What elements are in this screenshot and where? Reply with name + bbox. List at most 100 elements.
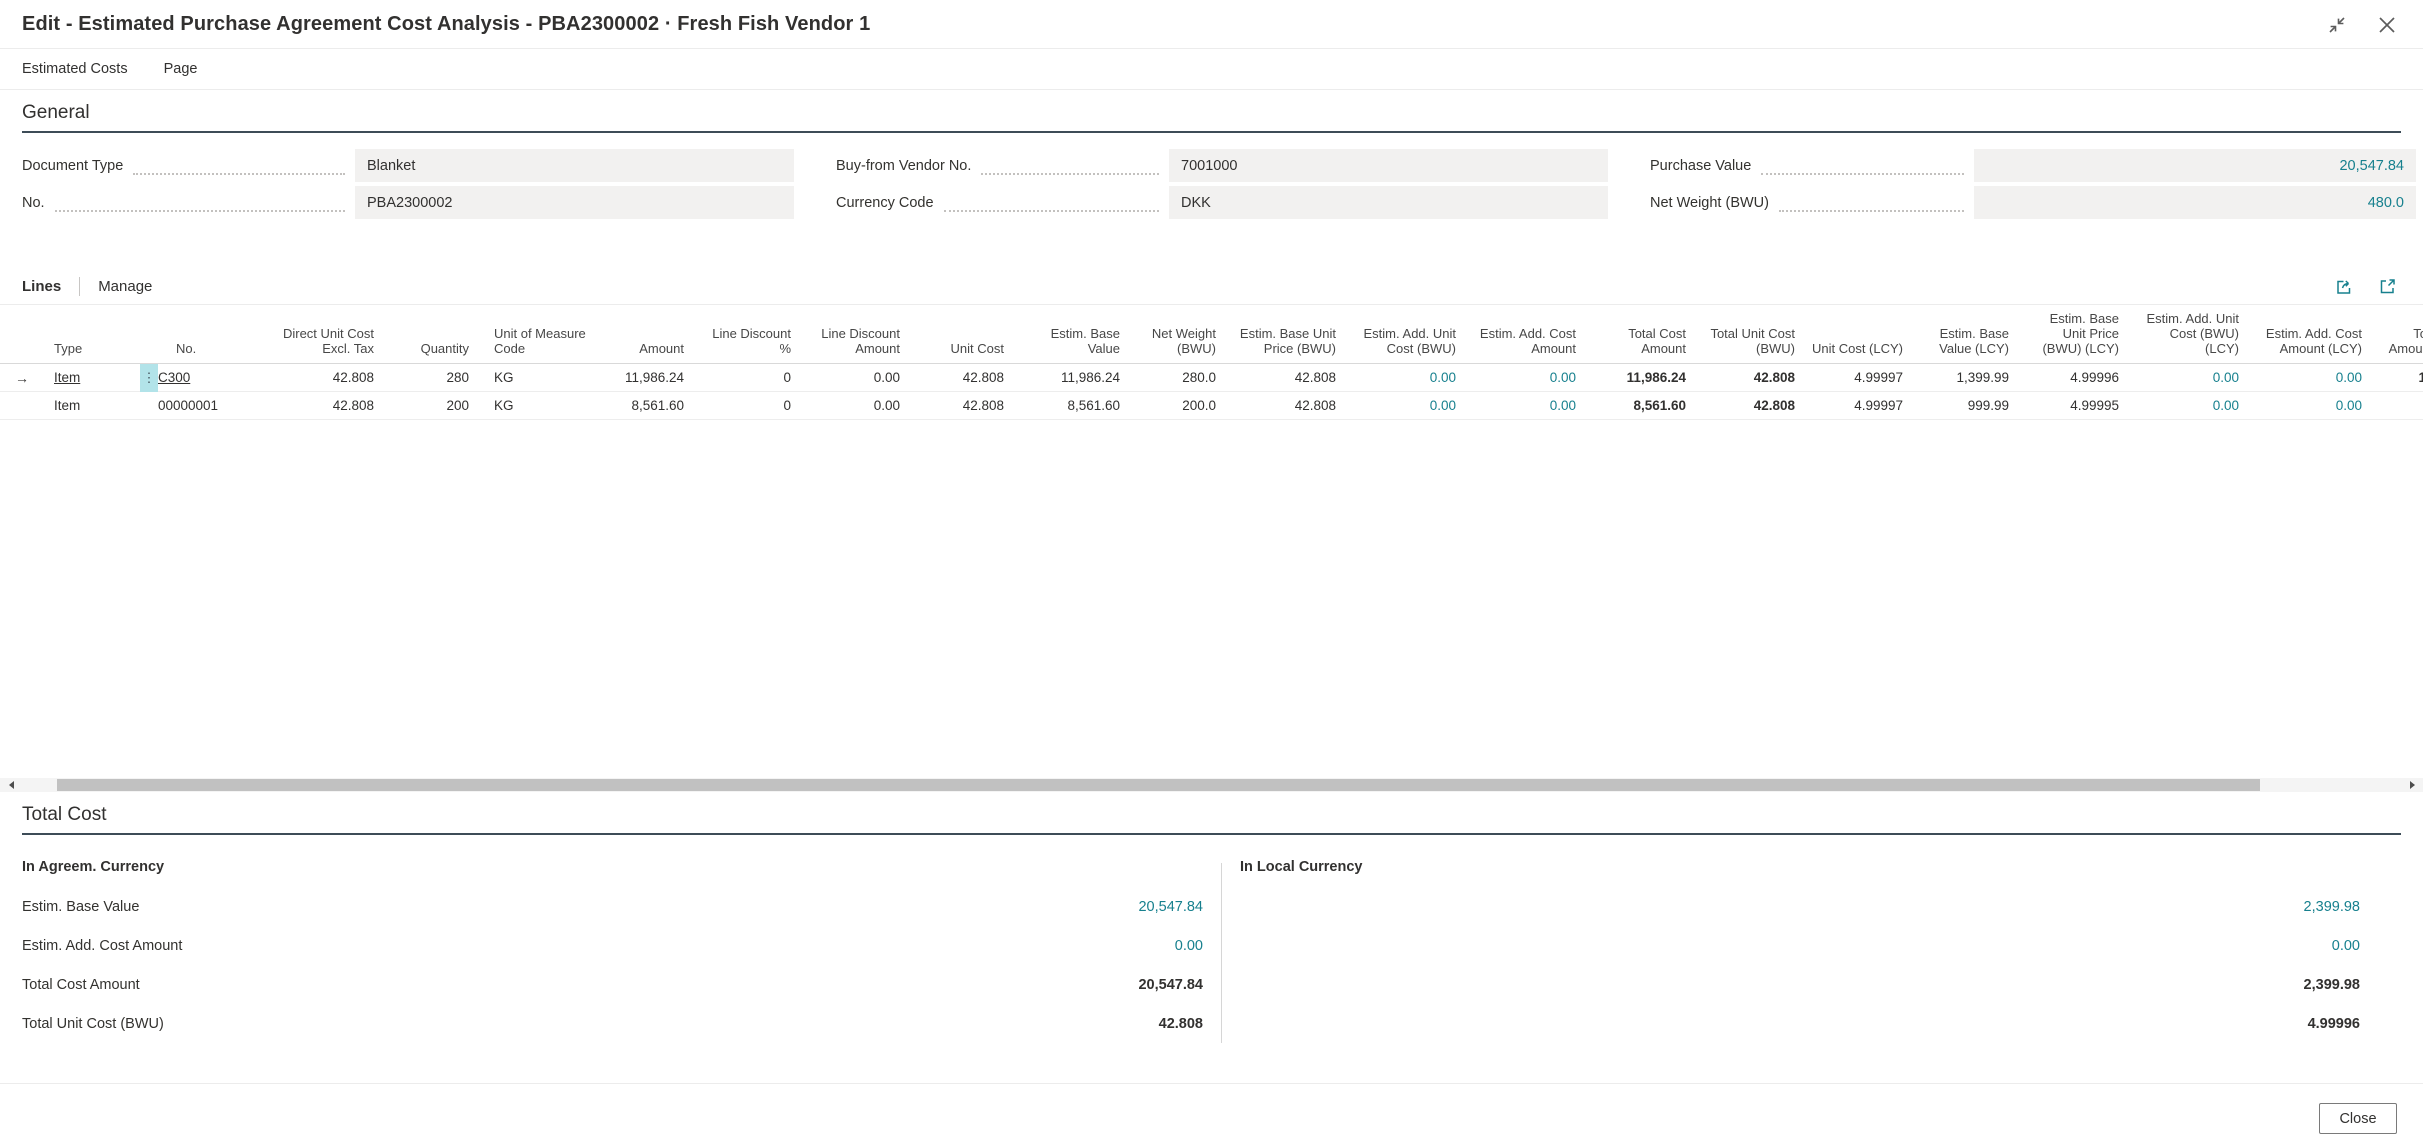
cell-estim-add-unit-cost-bwu[interactable]: 0.00 <box>1348 370 1468 385</box>
cell-estim-base-unit-price-bwu[interactable]: 42.808 <box>1228 398 1348 413</box>
field-value-buy-from-vendor-no[interactable]: 7001000 <box>1169 149 1608 182</box>
cell-estim-base-unit-price-bwu[interactable]: 42.808 <box>1228 370 1348 385</box>
general-fasttab: General Document Type Blanket No. PBA230… <box>0 102 2423 233</box>
column-header-total-cost-amount[interactable]: Total Cost Amount <box>1588 326 1698 356</box>
column-header-total-cost-amount-lcy[interactable]: Total Cost Amount (LCY) <box>2374 326 2423 356</box>
cell-estim-base-unit-price-bwu-lcy[interactable]: 4.99996 <box>2021 370 2131 385</box>
cell-estim-base-value-lcy[interactable]: 999.99 <box>1915 398 2021 413</box>
scroll-right-arrow[interactable] <box>2401 778 2423 792</box>
cell-no[interactable]: ⋮C300 <box>140 364 274 392</box>
cell-direct-unit-cost-excl-tax[interactable]: 42.808 <box>274 370 386 385</box>
scrollbar-thumb[interactable] <box>57 779 2260 791</box>
cell-line-discount-amount[interactable]: 0.00 <box>803 370 912 385</box>
cell-total-unit-cost-bwu[interactable]: 42.808 <box>1698 370 1807 385</box>
column-header-total-unit-cost-bwu[interactable]: Total Unit Cost (BWU) <box>1698 326 1807 356</box>
cell-net-weight-bwu[interactable]: 200.0 <box>1132 398 1228 413</box>
open-in-new-window-icon[interactable] <box>2378 277 2397 296</box>
tab-lines[interactable]: Lines <box>22 278 61 295</box>
table-row[interactable]: Item 0000000142.808200KG8,561.6000.0042.… <box>0 392 2423 420</box>
restore-size-icon[interactable] <box>2327 15 2347 35</box>
cell-estim-add-cost-amount[interactable]: 0.00 <box>1468 370 1588 385</box>
cell-direct-unit-cost-excl-tax[interactable]: 42.808 <box>274 398 386 413</box>
cell-unit-cost[interactable]: 42.808 <box>912 370 1016 385</box>
cell-estim-base-value[interactable]: 11,986.24 <box>1016 370 1132 385</box>
cell-unit-of-measure-code[interactable]: KG <box>481 398 601 413</box>
field-value-document-type[interactable]: Blanket <box>355 149 794 182</box>
column-header-net-weight-bwu[interactable]: Net Weight (BWU) <box>1132 326 1228 356</box>
cell-total-unit-cost-bwu[interactable]: 42.808 <box>1698 398 1807 413</box>
cell-net-weight-bwu[interactable]: 280.0 <box>1132 370 1228 385</box>
close-icon[interactable] <box>2377 15 2397 35</box>
cell-estim-add-unit-cost-bwu-lcy[interactable]: 0.00 <box>2131 398 2251 413</box>
column-header-line-discount[interactable]: Line Discount % <box>696 326 803 356</box>
cell-total-cost-amount[interactable]: 11,986.24 <box>1588 370 1698 385</box>
column-header-estim-add-cost-amount[interactable]: Estim. Add. Cost Amount <box>1468 326 1588 356</box>
cell-estim-base-unit-price-bwu-lcy[interactable]: 4.99995 <box>2021 398 2131 413</box>
cell-estim-add-cost-amount[interactable]: 0.00 <box>1468 398 1588 413</box>
cell-quantity[interactable]: 200 <box>386 398 481 413</box>
cell-type[interactable]: Item <box>44 398 140 413</box>
cell-quantity[interactable]: 280 <box>386 370 481 385</box>
share-to-excel-icon[interactable] <box>2335 277 2354 296</box>
cell-total-cost-amount-lcy[interactable]: 999.99 <box>2374 398 2423 413</box>
cell-unit-cost-lcy[interactable]: 4.99997 <box>1807 370 1915 385</box>
column-header-amount[interactable]: Amount <box>601 341 696 356</box>
cell-estim-add-cost-amount-lcy[interactable]: 0.00 <box>2251 398 2374 413</box>
menu-item-page[interactable]: Page <box>164 61 198 77</box>
cell-total-cost-amount[interactable]: 8,561.60 <box>1588 398 1698 413</box>
total-value-in-local-currency[interactable]: 2,399.98 <box>2304 899 2360 915</box>
column-header-estim-base-value[interactable]: Estim. Base Value <box>1016 326 1132 356</box>
cell-type[interactable]: Item <box>44 370 140 385</box>
column-header-estim-add-cost-amount-lcy[interactable]: Estim. Add. Cost Amount (LCY) <box>2251 326 2374 356</box>
cell-estim-add-unit-cost-bwu-lcy[interactable]: 0.00 <box>2131 370 2251 385</box>
close-button[interactable]: Close <box>2319 1103 2397 1134</box>
menu-item-estimated-costs[interactable]: Estimated Costs <box>22 61 128 77</box>
column-header-estim-base-unit-price-bwu-lcy[interactable]: Estim. Base Unit Price (BWU) (LCY) <box>2021 311 2131 356</box>
column-header-estim-add-unit-cost-bwu[interactable]: Estim. Add. Unit Cost (BWU) <box>1348 326 1468 356</box>
total-cost-section-header[interactable]: Total Cost <box>22 804 2401 835</box>
cell-more-options-icon[interactable]: ⋮ <box>140 364 158 392</box>
cell-estim-add-unit-cost-bwu[interactable]: 0.00 <box>1348 398 1468 413</box>
total-value-in-local-currency[interactable]: 0.00 <box>2332 938 2360 954</box>
field-value-net-weight-bwu[interactable]: 480.0 <box>1974 186 2416 219</box>
column-header-estim-base-unit-price-bwu[interactable]: Estim. Base Unit Price (BWU) <box>1228 326 1348 356</box>
total-value-estim-add-cost-amount[interactable]: 0.00 <box>1175 938 1203 954</box>
item-no-link[interactable]: C300 <box>158 370 190 385</box>
general-section-header[interactable]: General <box>22 102 2401 133</box>
field-value-purchase-value[interactable]: 20,547.84 <box>1974 149 2416 182</box>
column-header-estim-base-value-lcy[interactable]: Estim. Base Value (LCY) <box>1915 326 2021 356</box>
cell-line-discount-amount[interactable]: 0.00 <box>803 398 912 413</box>
column-header-direct-unit-cost-excl-tax[interactable]: Direct Unit Cost Excl. Tax <box>274 326 386 356</box>
cell-estim-base-value-lcy[interactable]: 1,399.99 <box>1915 370 2021 385</box>
cell-estim-base-value[interactable]: 8,561.60 <box>1016 398 1132 413</box>
total-value-estim-base-value[interactable]: 20,547.84 <box>1138 899 1203 915</box>
cell-total-cost-amount-lcy[interactable]: 1,399.99 <box>2374 370 2423 385</box>
scroll-left-arrow[interactable] <box>0 778 22 792</box>
cell-amount[interactable]: 8,561.60 <box>601 398 696 413</box>
cell-amount[interactable]: 11,986.24 <box>601 370 696 385</box>
column-header-unit-of-measure-code[interactable]: Unit of Measure Code <box>481 326 601 356</box>
column-header-type[interactable]: Type <box>44 341 140 356</box>
horizontal-scrollbar[interactable] <box>0 778 2423 792</box>
cell-estim-add-cost-amount-lcy[interactable]: 0.00 <box>2251 370 2374 385</box>
cell-unit-cost[interactable]: 42.808 <box>912 398 1016 413</box>
column-header-estim-add-unit-cost-bwu-lcy[interactable]: Estim. Add. Unit Cost (BWU) (LCY) <box>2131 311 2251 356</box>
cell-no[interactable]: 00000001 <box>140 392 274 420</box>
column-header-no[interactable]: No. <box>140 341 274 356</box>
total-value-total-cost-amount: 20,547.84 <box>1138 977 1203 993</box>
field-value-no[interactable]: PBA2300002 <box>355 186 794 219</box>
item-no-link[interactable]: 00000001 <box>158 398 218 413</box>
type-link[interactable]: Item <box>54 398 80 413</box>
column-header-unit-cost[interactable]: Unit Cost <box>912 341 1016 356</box>
type-link[interactable]: Item <box>54 370 80 385</box>
column-header-unit-cost-lcy[interactable]: Unit Cost (LCY) <box>1807 341 1915 356</box>
column-header-line-discount-amount[interactable]: Line Discount Amount <box>803 326 912 356</box>
cell-unit-of-measure-code[interactable]: KG <box>481 370 601 385</box>
tab-manage[interactable]: Manage <box>98 278 152 295</box>
field-value-currency-code[interactable]: DKK <box>1169 186 1608 219</box>
column-header-quantity[interactable]: Quantity <box>386 341 481 356</box>
cell-line-discount[interactable]: 0 <box>696 398 803 413</box>
table-row[interactable]: → Item ⋮C30042.808280KG11,986.2400.0042.… <box>0 364 2423 392</box>
cell-unit-cost-lcy[interactable]: 4.99997 <box>1807 398 1915 413</box>
cell-line-discount[interactable]: 0 <box>696 370 803 385</box>
